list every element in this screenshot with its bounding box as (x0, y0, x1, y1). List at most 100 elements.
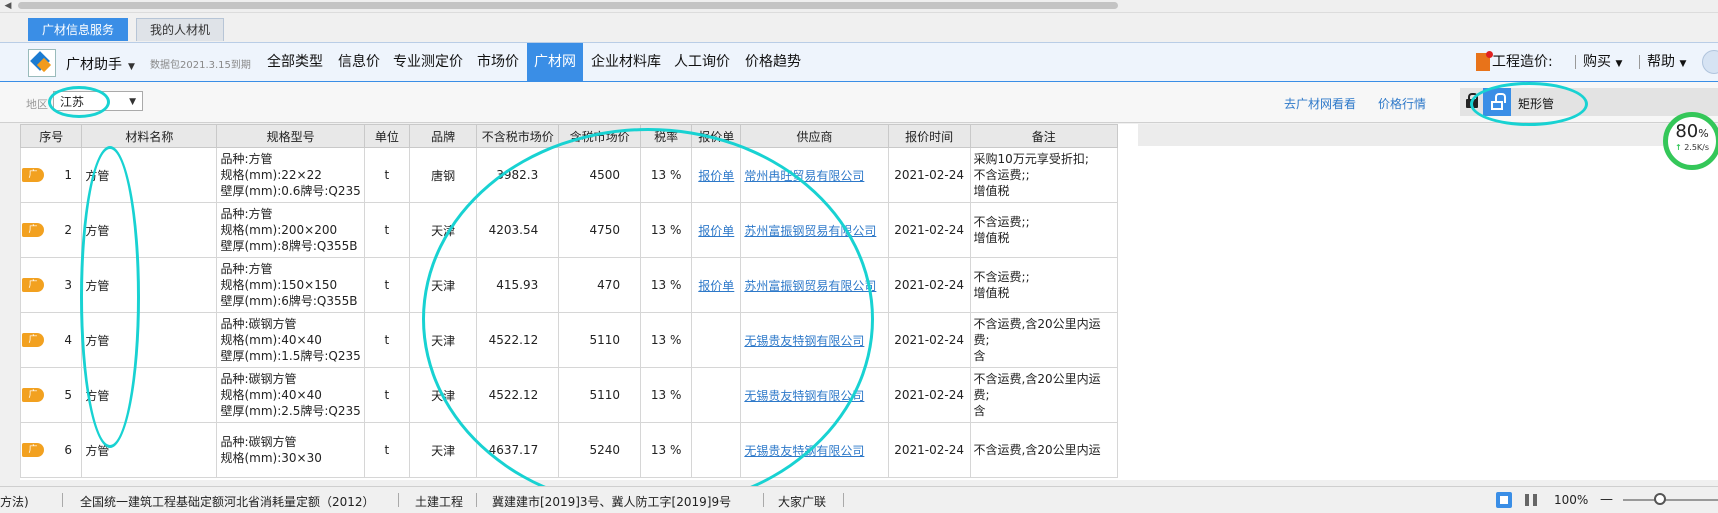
col-header-price-ex-tax[interactable]: 不含税市场价 (476, 124, 560, 148)
unit: t (363, 202, 410, 258)
nav-item-enterprise-library[interactable]: 企业材料库 (584, 43, 668, 81)
buy-label: 购买 (1583, 54, 1611, 70)
brand: 天津 (408, 202, 478, 258)
col-header-price-inc-tax[interactable]: 含税市场价 (558, 124, 642, 148)
col-header-material-name[interactable]: 材料名称 (81, 124, 218, 148)
supplier-link[interactable]: 常州冉旺贸易有限公司 (744, 169, 864, 183)
zoom-level: 100% (1554, 493, 1589, 507)
scrollbar-thumb[interactable] (18, 2, 1118, 9)
table-row[interactable]: 广 6 方管 品种:碳钢方管 规格(mm):30×30 t 天津 4637.17 5… (20, 422, 1119, 478)
col-header-quote-date[interactable]: 报价时间 (887, 124, 971, 148)
tax-rate: 13 % (640, 422, 693, 478)
note-line: 采购10万元享受折扣; (973, 152, 1089, 166)
tax-rate: 13 % (640, 147, 693, 203)
quote-date: 2021-02-24 (887, 257, 971, 313)
quote-date: 2021-02-24 (887, 422, 971, 478)
col-header-quote[interactable]: 报价单 (691, 124, 742, 148)
scroll-left-arrow-icon[interactable]: ◀ (2, 0, 14, 12)
network-speed-widget[interactable]: 80% ↑ 2.5K/s (1663, 112, 1718, 170)
note-line: 增值税 (973, 231, 1010, 245)
divider (62, 493, 63, 507)
buy-menu[interactable]: 购买 ▼ (1583, 43, 1622, 81)
avatar[interactable] (1702, 50, 1718, 74)
spec-line: 规格(mm):22×22 (220, 168, 322, 182)
material-name: 方管 (85, 168, 110, 183)
quote-link[interactable]: 报价单 (698, 169, 734, 183)
brand: 天津 (408, 367, 478, 423)
tax-rate: 13 % (640, 257, 693, 313)
go-site-link[interactable]: 去广材网看看 (1284, 95, 1356, 112)
split-view-icon[interactable] (1525, 494, 1537, 506)
brand: 天津 (408, 422, 478, 478)
help-menu[interactable]: 帮助 ▼ (1647, 43, 1686, 81)
brand: 唐钢 (408, 147, 478, 203)
book-icon (1476, 51, 1493, 71)
app-logo-icon (28, 49, 56, 77)
note-line: 不含运费;; (973, 168, 1030, 182)
spec-line: 品种:碳钢方管 (220, 317, 297, 331)
guangcai-tag-icon: 广 (22, 388, 44, 402)
col-header-spec[interactable]: 规格型号 (216, 124, 365, 148)
note-line: 不含运费,含20公里内运 (973, 372, 1101, 386)
supplier-link[interactable]: 无锡贵友特钢有限公司 (744, 444, 864, 458)
price-ex-tax: 4522.12 (476, 367, 560, 423)
cost-dropdown[interactable]: 工程造价: (1476, 43, 1553, 81)
tab-material-info-service[interactable]: 广材信息服务 (28, 18, 129, 41)
unlock-icon[interactable] (1483, 88, 1511, 116)
speed-percent-unit: % (1698, 127, 1709, 140)
quote-link[interactable]: 报价单 (698, 224, 734, 238)
col-header-brand[interactable]: 品牌 (408, 124, 478, 148)
table-row[interactable]: 广 5 方管 品种:碳钢方管 规格(mm):40×40 壁厚(mm):2.5牌号:Q2… (20, 367, 1119, 423)
price-ex-tax: 3982.3 (476, 147, 560, 203)
nav-item-market-price[interactable]: 市场价 (470, 43, 526, 81)
supplier-link[interactable]: 苏州富振钢贸易有限公司 (744, 279, 876, 293)
page-view-icon[interactable] (1496, 492, 1512, 508)
guangcai-tag-icon: 广 (22, 333, 44, 347)
spec-line: 规格(mm):40×40 (220, 333, 322, 347)
nav-item-all-types[interactable]: 全部类型 (260, 43, 330, 81)
material-name: 方管 (85, 223, 110, 238)
price-trend-link[interactable]: 价格行情 (1378, 95, 1426, 112)
table-row[interactable]: 广 4 方管 品种:碳钢方管 规格(mm):40×40 壁厚(mm):1.5牌号:Q2… (20, 312, 1119, 368)
horizontal-scrollbar[interactable]: ◀ (0, 0, 1718, 13)
spec-line: 品种:碳钢方管 (220, 372, 297, 386)
region-select[interactable]: 江苏 ▼ (53, 91, 143, 111)
material-name: 方管 (85, 333, 110, 348)
zoom-slider-handle[interactable] (1654, 493, 1666, 505)
nav-item-professional-price[interactable]: 专业测定价 (386, 43, 470, 81)
spec-line: 壁厚(mm):1.5牌号:Q235 (220, 349, 361, 363)
table-row[interactable]: 广 1 方管 品种:方管 规格(mm):22×22 壁厚(mm):0.6牌号:Q235… (20, 147, 1119, 203)
col-header-note[interactable]: 备注 (969, 124, 1119, 148)
price-inc-tax: 4500 (558, 147, 642, 203)
chevron-down-icon: ▼ (129, 97, 136, 107)
quote-link[interactable]: 报价单 (698, 279, 734, 293)
filter-bar: 地区 江苏 ▼ 去广材网看看 价格行情 矩形管 (0, 82, 1718, 123)
assistant-dropdown[interactable]: 广材助手 ▼ (66, 54, 135, 74)
speed-percent: 80 (1675, 121, 1699, 142)
supplier-link[interactable]: 无锡贵友特钢有限公司 (744, 389, 864, 403)
col-header-supplier[interactable]: 供应商 (740, 124, 889, 148)
cost-label: 工程造价: (1492, 54, 1553, 70)
status-discipline: 土建工程 (415, 495, 464, 509)
spec-line: 壁厚(mm):0.6牌号:Q235 (220, 184, 361, 198)
col-header-unit[interactable]: 单位 (363, 124, 410, 148)
tab-my-resources[interactable]: 我的人材机 (136, 18, 225, 41)
nav-item-price-trend[interactable]: 价格趋势 (738, 43, 808, 81)
unit: t (363, 422, 410, 478)
status-party: 大家广联 (778, 495, 827, 509)
col-header-tax-rate[interactable]: 税率 (640, 124, 693, 148)
supplier-link[interactable]: 苏州富振钢贸易有限公司 (744, 224, 876, 238)
tax-rate: 13 % (640, 367, 693, 423)
zoom-out-icon[interactable]: — (1600, 492, 1613, 507)
zoom-slider[interactable] (1623, 499, 1718, 501)
table-row[interactable]: 广 2 方管 品种:方管 规格(mm):200×200 壁厚(mm):8牌号:Q355… (20, 202, 1119, 258)
nav-item-labor-inquiry[interactable]: 人工询价 (667, 43, 737, 81)
col-header-seq[interactable]: 序号 (20, 124, 83, 148)
nav-item-info-price[interactable]: 信息价 (331, 43, 387, 81)
supplier-link[interactable]: 无锡贵友特钢有限公司 (744, 334, 864, 348)
spec-line: 规格(mm):150×150 (220, 278, 338, 292)
lock-icon[interactable] (1466, 93, 1478, 108)
app-tab-bar: 广材信息服务 我的人材机 (0, 14, 1718, 42)
table-row[interactable]: 广 3 方管 品种:方管 规格(mm):150×150 壁厚(mm):6牌号:Q355… (20, 257, 1119, 313)
nav-item-guangcai-web[interactable]: 广材网 (527, 43, 583, 81)
